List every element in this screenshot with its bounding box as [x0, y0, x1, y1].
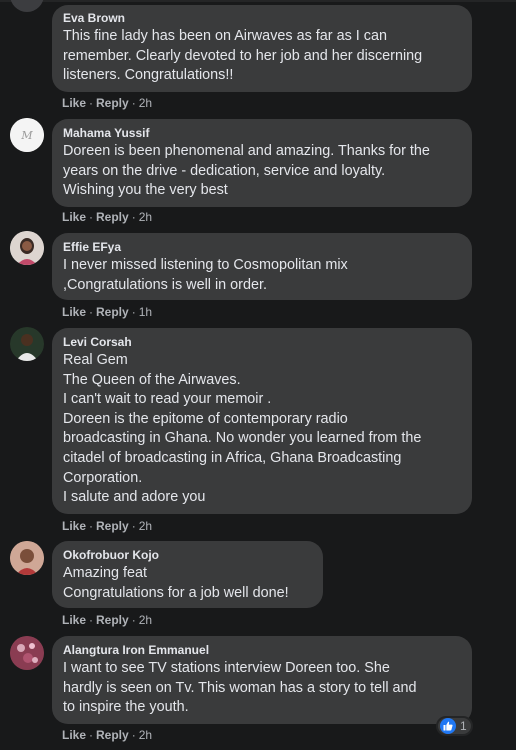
comment-timestamp[interactable]: 2h — [139, 96, 152, 110]
comment-text-line: Doreen is been phenomenal and amazing. T… — [63, 143, 430, 159]
comment-actions: Like · Reply · 2h — [62, 613, 152, 627]
avatar[interactable] — [10, 636, 44, 670]
comment-text-line: I never missed listening to Cosmopolitan… — [63, 257, 348, 273]
svg-text:M: M — [20, 129, 33, 142]
comment-bubble: Effie EFya I never missed listening to C… — [52, 233, 472, 300]
comment-bubble: Mahama Yussif Doreen is been phenomenal … — [52, 119, 472, 207]
comment-actions: Like · Reply · 2h — [62, 96, 152, 110]
separator: · — [89, 210, 94, 224]
reply-link[interactable]: Reply — [96, 728, 129, 742]
reaction-count-badge[interactable]: 1 — [436, 716, 473, 736]
reply-link[interactable]: Reply — [96, 613, 129, 627]
avatar-image — [10, 231, 44, 265]
comment-actions: Like · Reply · 2h — [62, 728, 152, 742]
reply-link[interactable]: Reply — [96, 96, 129, 110]
comment-bubble: Eva Brown This fine lady has been on Air… — [52, 5, 472, 92]
like-link[interactable]: Like — [62, 305, 86, 319]
like-link[interactable]: Like — [62, 613, 86, 627]
comment-text-line: Congratulations for a job well done! — [63, 584, 289, 601]
avatar-image: M — [10, 118, 44, 152]
comment-text-line: years on the drive - dedication, service… — [63, 162, 386, 179]
comment-author[interactable]: Levi Corsah — [63, 335, 461, 350]
top-edge — [0, 0, 516, 2]
like-link[interactable]: Like — [62, 519, 86, 533]
separator: · — [89, 613, 94, 627]
separator: · — [131, 519, 136, 533]
comment-text-line: ,Congratulations is well in order. — [63, 276, 267, 293]
comment-timestamp[interactable]: 2h — [139, 519, 152, 533]
comment-text-line: I can't wait to read your memoir . — [63, 391, 272, 408]
comment-actions: Like · Reply · 2h — [62, 210, 152, 224]
like-link[interactable]: Like — [62, 96, 86, 110]
comment-text-line: Amazing feat — [63, 565, 147, 581]
avatar[interactable] — [10, 231, 44, 265]
avatar-image — [10, 541, 44, 575]
comment-text-line: This fine lady has been on Airwaves as f… — [63, 28, 387, 44]
separator: · — [131, 210, 136, 224]
comment-text-line: Wishing you the very best — [63, 182, 228, 199]
comment-bubble: Levi Corsah Real Gem The Queen of the Ai… — [52, 328, 472, 514]
like-link[interactable]: Like — [62, 728, 86, 742]
comment-author[interactable]: Alangtura Iron Emmanuel — [63, 643, 461, 658]
comment-text-line: to inspire the youth. — [63, 699, 189, 716]
reply-link[interactable]: Reply — [96, 305, 129, 319]
separator: · — [89, 305, 94, 319]
comment-text-line: hardly is seen on Tv. This woman has a s… — [63, 679, 417, 696]
thumbs-up-icon — [440, 718, 456, 734]
comment-text-line: remember. Clearly devoted to her job and… — [63, 47, 423, 64]
comment-timestamp[interactable]: 2h — [139, 613, 152, 627]
separator: · — [89, 728, 94, 742]
comment-timestamp[interactable]: 1h — [139, 305, 152, 319]
reply-link[interactable]: Reply — [96, 210, 129, 224]
reaction-count: 1 — [460, 719, 467, 733]
avatar[interactable] — [10, 327, 44, 361]
comment-text-line: Corporation. — [63, 469, 143, 486]
avatar-image — [10, 636, 44, 670]
separator: · — [131, 728, 136, 742]
comment-author[interactable]: Okofrobuor Kojo — [63, 548, 312, 563]
comment-text-line: The Queen of the Airwaves. — [63, 371, 241, 388]
comment-text-line: I salute and adore you — [63, 489, 206, 506]
comment-timestamp[interactable]: 2h — [139, 728, 152, 742]
separator: · — [131, 613, 136, 627]
comment-actions: Like · Reply · 1h — [62, 305, 152, 319]
comment-text-line: I want to see TV stations interview Dore… — [63, 660, 390, 676]
reply-link[interactable]: Reply — [96, 519, 129, 533]
comment-timestamp[interactable]: 2h — [139, 210, 152, 224]
separator: · — [89, 519, 94, 533]
comment-text-line: broadcasting in Ghana. No wonder you lea… — [63, 430, 422, 447]
comment-text-line: citadel of broadcasting in Africa, Ghana… — [63, 449, 402, 466]
comment-actions: Like · Reply · 2h — [62, 519, 152, 533]
comment-bubble: Okofrobuor Kojo Amazing feat Congratulat… — [52, 541, 323, 608]
comment-author[interactable]: Mahama Yussif — [63, 126, 461, 141]
avatar[interactable] — [10, 541, 44, 575]
like-link[interactable]: Like — [62, 210, 86, 224]
comment-text-line: listeners. Congratulations!! — [63, 67, 234, 84]
comment-text-line: Doreen is the epitome of contemporary ra… — [63, 410, 348, 427]
comment-author[interactable]: Eva Brown — [63, 11, 461, 26]
avatar-image — [10, 327, 44, 361]
separator: · — [131, 96, 136, 110]
comment-text-line: Real Gem — [63, 352, 128, 368]
comment-author[interactable]: Effie EFya — [63, 240, 461, 255]
comment-bubble: Alangtura Iron Emmanuel I want to see TV… — [52, 636, 472, 724]
avatar[interactable] — [10, 0, 44, 12]
separator: · — [131, 305, 136, 319]
avatar-image — [10, 0, 44, 12]
avatar[interactable]: M — [10, 118, 44, 152]
thumbs-up-glyph — [443, 721, 453, 731]
separator: · — [89, 96, 94, 110]
